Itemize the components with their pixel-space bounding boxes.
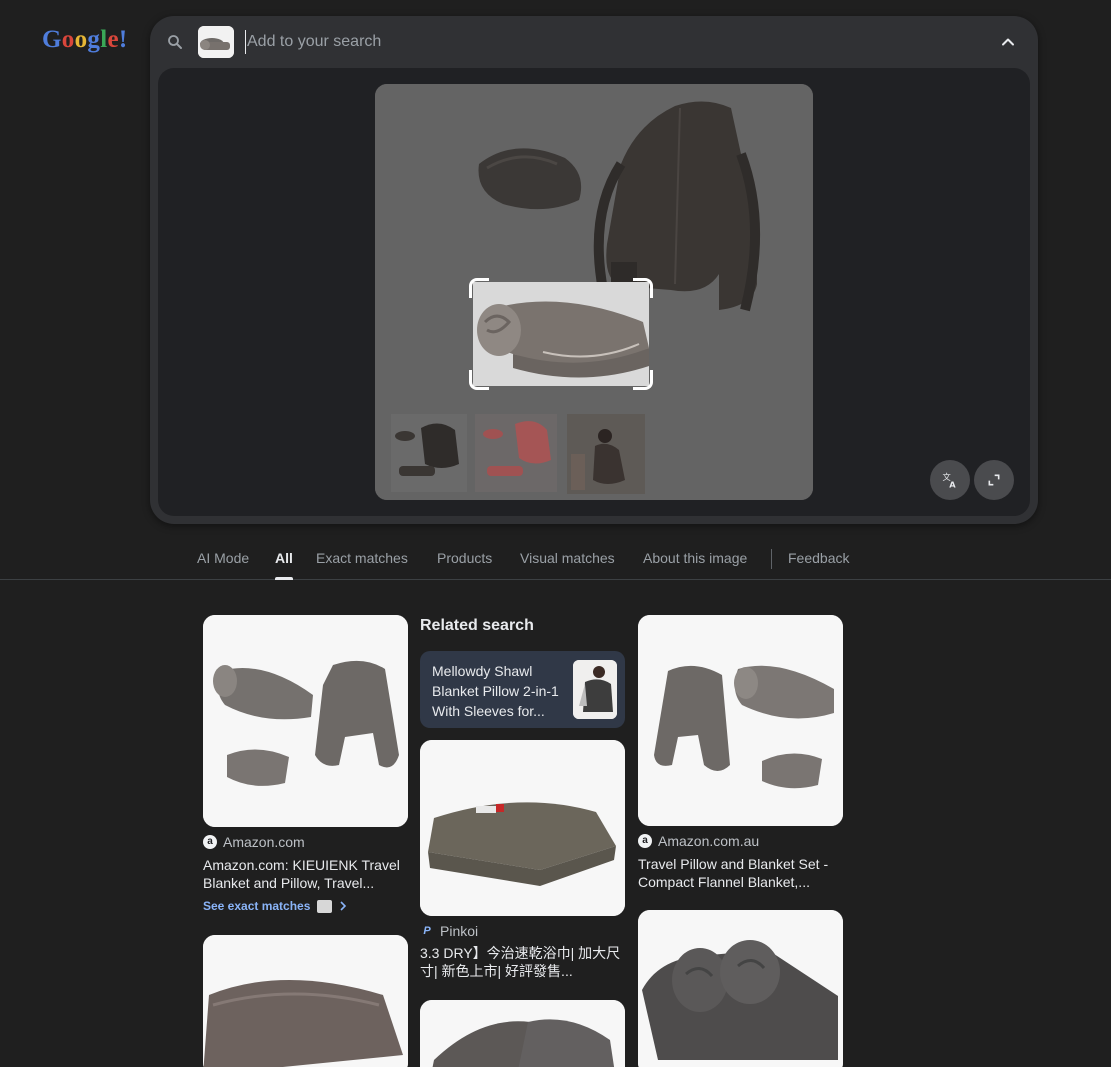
lens-image-area: 文 A (158, 68, 1030, 516)
search-bar (150, 16, 1038, 68)
result-image[interactable] (638, 615, 843, 826)
logo-letter: e (107, 26, 119, 53)
search-icon[interactable] (166, 33, 184, 51)
result-image[interactable] (203, 615, 408, 827)
logo-letter: o (61, 26, 75, 53)
result-title[interactable]: Travel Pillow and Blanket Set - Compact … (638, 855, 843, 891)
tab-products[interactable]: Products (437, 550, 492, 566)
query-image-thumbnail[interactable] (198, 26, 234, 58)
query-image-preview (375, 84, 813, 500)
translate-button[interactable]: 文 A (930, 460, 970, 500)
crop-handle-top-left[interactable] (469, 278, 489, 298)
feedback-link[interactable]: Feedback (788, 550, 849, 566)
related-search-card[interactable]: Mellowdy Shawl Blanket Pillow 2-in-1 Wit… (420, 651, 625, 728)
tab-ai-mode[interactable]: AI Mode (197, 550, 249, 566)
amazon-icon: a (203, 835, 217, 849)
related-search-heading: Related search (420, 617, 534, 634)
result-image[interactable] (203, 935, 408, 1067)
image-thumbnail-icon (317, 899, 333, 913)
fullscreen-button[interactable] (974, 460, 1014, 500)
google-logo[interactable]: Google! (42, 26, 127, 54)
related-search-thumbnail (573, 660, 617, 719)
tab-visual-matches[interactable]: Visual matches (520, 550, 615, 566)
logo-letter: ! (118, 26, 128, 53)
search-panel: 文 A (150, 16, 1038, 524)
selected-crop-region[interactable] (473, 282, 649, 386)
result-source: a Amazon.com.au (638, 833, 759, 849)
logo-letter: G (42, 26, 62, 53)
tab-divider (771, 549, 772, 569)
chevron-right-icon (340, 901, 347, 911)
crop-handle-top-right[interactable] (633, 278, 653, 298)
results-tabs: AI Mode All Exact matches Products Visua… (0, 536, 1111, 580)
source-name: Amazon.com.au (658, 833, 760, 849)
tab-exact-matches[interactable]: Exact matches (316, 550, 408, 566)
exact-matches-label: See exact matches (203, 899, 311, 913)
tab-all[interactable]: All (275, 550, 293, 580)
result-image[interactable] (638, 910, 843, 1067)
crop-handle-bottom-left[interactable] (469, 370, 489, 390)
related-search-text: Mellowdy Shawl Blanket Pillow 2-in-1 Wit… (432, 663, 559, 719)
pinkoi-icon: P (423, 924, 431, 937)
fullscreen-icon (988, 474, 1000, 486)
result-source: P Pinkoi (420, 923, 478, 939)
tab-about-this-image[interactable]: About this image (643, 550, 747, 566)
chevron-up-icon[interactable] (998, 32, 1018, 52)
see-exact-matches-link[interactable]: See exact matches (203, 899, 347, 913)
translate-icon: 文 A (943, 472, 957, 490)
result-title[interactable]: 3.3 DRY】今治速乾浴巾| 加大尺寸| 新色上市| 好評發售... (420, 944, 625, 980)
source-name: Pinkoi (440, 923, 479, 939)
crop-handle-bottom-right[interactable] (633, 370, 653, 390)
result-source: a Amazon.com (203, 834, 305, 850)
result-title[interactable]: Amazon.com: KIEUIENK Travel Blanket and … (203, 856, 408, 892)
search-input[interactable] (245, 30, 945, 54)
logo-letter: g (87, 26, 101, 53)
logo-letter: o (74, 26, 88, 53)
source-name: Amazon.com (223, 834, 305, 850)
result-image[interactable] (420, 1000, 625, 1067)
result-image[interactable] (420, 740, 625, 916)
svg-text:A: A (949, 480, 956, 490)
amazon-icon: a (638, 834, 652, 848)
